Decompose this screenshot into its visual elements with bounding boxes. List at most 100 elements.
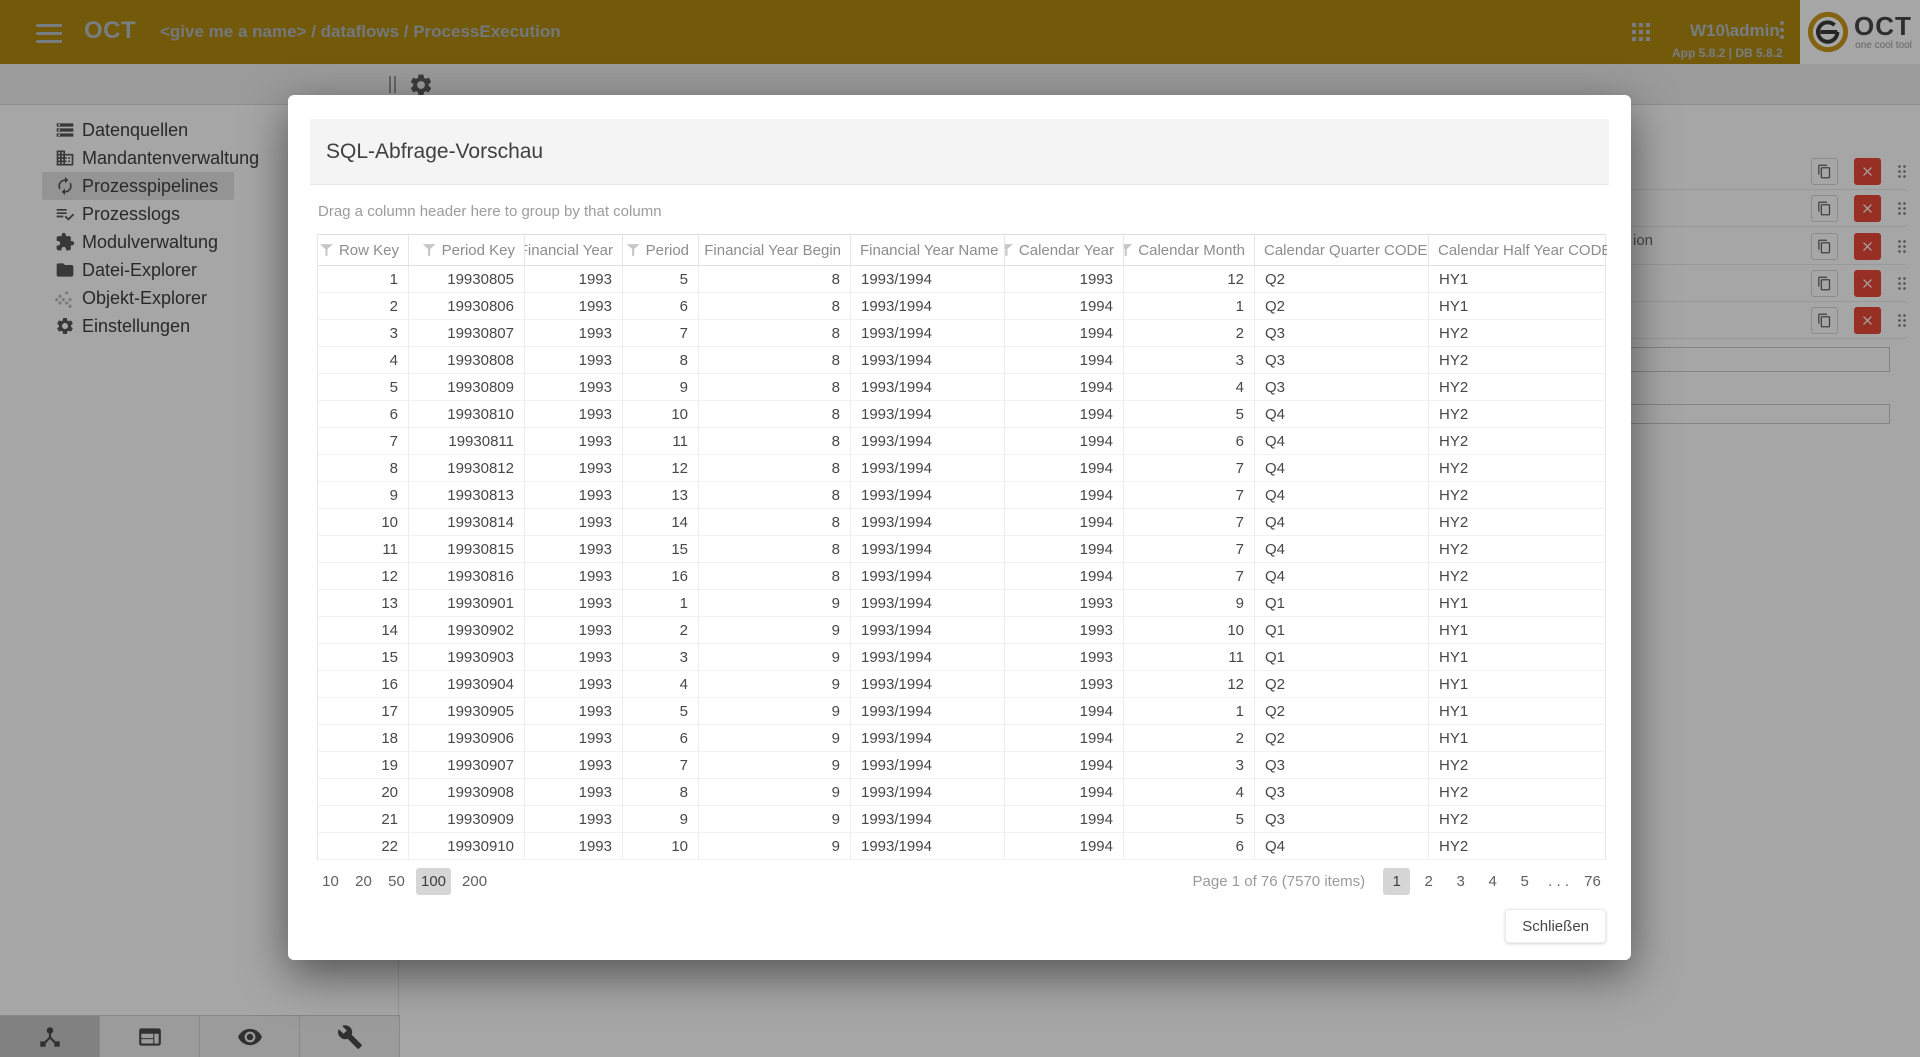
table-cell: 5 xyxy=(1124,806,1255,832)
table-cell: HY1 xyxy=(1429,725,1607,751)
column-header-period-key[interactable]: Period Key xyxy=(409,235,525,265)
table-row[interactable]: 3199308071993781993/199419942Q3HY2 xyxy=(318,320,1605,347)
table-row[interactable]: 71993081119931181993/199419946Q4HY2 xyxy=(318,428,1605,455)
dialog-title: SQL-Abfrage-Vorschau xyxy=(310,119,1609,185)
table-cell: 1993 xyxy=(525,455,623,481)
table-cell: 5 xyxy=(623,698,699,724)
table-cell: 1994 xyxy=(1005,347,1124,373)
table-cell: Q3 xyxy=(1255,752,1429,778)
table-cell: 13 xyxy=(318,590,409,616)
table-cell: Q4 xyxy=(1255,509,1429,535)
table-cell: 12 xyxy=(623,455,699,481)
table-cell: 1993/1994 xyxy=(851,428,1005,454)
column-header-row-key[interactable]: Row Key xyxy=(318,235,409,265)
table-cell: 1993 xyxy=(525,374,623,400)
page-size-20[interactable]: 20 xyxy=(350,868,377,895)
table-cell: 1993 xyxy=(1005,590,1124,616)
table-cell: 1994 xyxy=(1005,779,1124,805)
table-row[interactable]: 5199308091993981993/199419944Q3HY2 xyxy=(318,374,1605,401)
table-cell: Q2 xyxy=(1255,698,1429,724)
filter-icon[interactable] xyxy=(1005,244,1013,257)
table-row[interactable]: 17199309051993591993/199419941Q2HY1 xyxy=(318,698,1605,725)
page-size-50[interactable]: 50 xyxy=(383,868,410,895)
table-cell: 13 xyxy=(623,482,699,508)
column-header-calendar-year[interactable]: Calendar Year xyxy=(1005,235,1124,265)
table-cell: 11 xyxy=(318,536,409,562)
table-body: 1199308051993581993/1994199312Q2HY121993… xyxy=(318,266,1605,860)
table-cell: 19930815 xyxy=(409,536,525,562)
page-button-4[interactable]: 4 xyxy=(1479,868,1506,895)
column-header-calendar-half-year-code[interactable]: Calendar Half Year CODE xyxy=(1429,235,1607,265)
table-row[interactable]: 16199309041993491993/1994199312Q2HY1 xyxy=(318,671,1605,698)
table-cell: 7 xyxy=(623,320,699,346)
table-cell: 8 xyxy=(699,347,851,373)
column-header-financial-year[interactable]: Financial Year xyxy=(525,235,623,265)
table-cell: HY2 xyxy=(1429,401,1607,427)
table-row[interactable]: 2199308061993681993/199419941Q2HY1 xyxy=(318,293,1605,320)
table-cell: 8 xyxy=(699,509,851,535)
table-row[interactable]: 21199309091993991993/199419945Q3HY2 xyxy=(318,806,1605,833)
page-size-100[interactable]: 100 xyxy=(416,868,451,895)
page-button-1[interactable]: 1 xyxy=(1383,868,1410,895)
table-cell: 1993 xyxy=(525,428,623,454)
table-row[interactable]: 91993081319931381993/199419947Q4HY2 xyxy=(318,482,1605,509)
table-row[interactable]: 14199309021993291993/1994199310Q1HY1 xyxy=(318,617,1605,644)
table-row[interactable]: 221993091019931091993/199419946Q4HY2 xyxy=(318,833,1605,860)
table-cell: 1994 xyxy=(1005,509,1124,535)
page-size-200[interactable]: 200 xyxy=(457,868,492,895)
table-cell: Q3 xyxy=(1255,806,1429,832)
table-row[interactable]: 101993081419931481993/199419947Q4HY2 xyxy=(318,509,1605,536)
table-cell: 1994 xyxy=(1005,293,1124,319)
filter-icon[interactable] xyxy=(1124,244,1132,257)
page-button-76[interactable]: 76 xyxy=(1579,868,1606,895)
table-row[interactable]: 4199308081993881993/199419943Q3HY2 xyxy=(318,347,1605,374)
table-cell: 2 xyxy=(1124,725,1255,751)
table-row[interactable]: 121993081619931681993/199419947Q4HY2 xyxy=(318,563,1605,590)
table-cell: 6 xyxy=(318,401,409,427)
table-cell: 19930816 xyxy=(409,563,525,589)
table-cell: 22 xyxy=(318,833,409,859)
table-cell: 1994 xyxy=(1005,725,1124,751)
table-row[interactable]: 111993081519931581993/199419947Q4HY2 xyxy=(318,536,1605,563)
column-header-period[interactable]: Period xyxy=(623,235,699,265)
table-row[interactable]: 1199308051993581993/1994199312Q2HY1 xyxy=(318,266,1605,293)
column-header-calendar-quarter-code[interactable]: Calendar Quarter CODE xyxy=(1255,235,1429,265)
table-row[interactable]: 19199309071993791993/199419943Q3HY2 xyxy=(318,752,1605,779)
table-cell: Q3 xyxy=(1255,347,1429,373)
table-cell: 3 xyxy=(1124,347,1255,373)
column-header-financial-year-begin[interactable]: Financial Year Begin xyxy=(699,235,851,265)
table-cell: 1993/1994 xyxy=(851,617,1005,643)
table-cell: Q1 xyxy=(1255,590,1429,616)
table-row[interactable]: 81993081219931281993/199419947Q4HY2 xyxy=(318,455,1605,482)
table-cell: 9 xyxy=(699,752,851,778)
filter-icon[interactable] xyxy=(320,244,333,257)
column-header-financial-year-name[interactable]: Financial Year Name xyxy=(851,235,1005,265)
filter-icon[interactable] xyxy=(423,244,436,257)
group-by-hint: Drag a column header here to group by th… xyxy=(318,203,1631,224)
column-header-label: Calendar Quarter CODE xyxy=(1264,242,1427,259)
table-row[interactable]: 15199309031993391993/1994199311Q1HY1 xyxy=(318,644,1605,671)
table-row[interactable]: 13199309011993191993/199419939Q1HY1 xyxy=(318,590,1605,617)
page-size-10[interactable]: 10 xyxy=(317,868,344,895)
table-cell: 19930910 xyxy=(409,833,525,859)
table-cell: 9 xyxy=(699,806,851,832)
table-row[interactable]: 61993081019931081993/199419945Q4HY2 xyxy=(318,401,1605,428)
table-cell: 8 xyxy=(699,482,851,508)
page-button-5[interactable]: 5 xyxy=(1511,868,1538,895)
table-row[interactable]: 20199309081993891993/199419944Q3HY2 xyxy=(318,779,1605,806)
filter-icon[interactable] xyxy=(627,244,640,257)
table-cell: 3 xyxy=(318,320,409,346)
close-button[interactable]: Schließen xyxy=(1505,909,1606,943)
table-cell: 1993/1994 xyxy=(851,266,1005,292)
table-row[interactable]: 18199309061993691993/199419942Q2HY1 xyxy=(318,725,1605,752)
column-header-calendar-month[interactable]: Calendar Month xyxy=(1124,235,1255,265)
table-cell: 12 xyxy=(1124,266,1255,292)
table-cell: Q3 xyxy=(1255,320,1429,346)
page-button-3[interactable]: 3 xyxy=(1447,868,1474,895)
table-cell: 3 xyxy=(623,644,699,670)
table-cell: 9 xyxy=(699,833,851,859)
table-cell: 14 xyxy=(623,509,699,535)
table-cell: 8 xyxy=(699,536,851,562)
page-button-2[interactable]: 2 xyxy=(1415,868,1442,895)
table-cell: HY2 xyxy=(1429,752,1607,778)
